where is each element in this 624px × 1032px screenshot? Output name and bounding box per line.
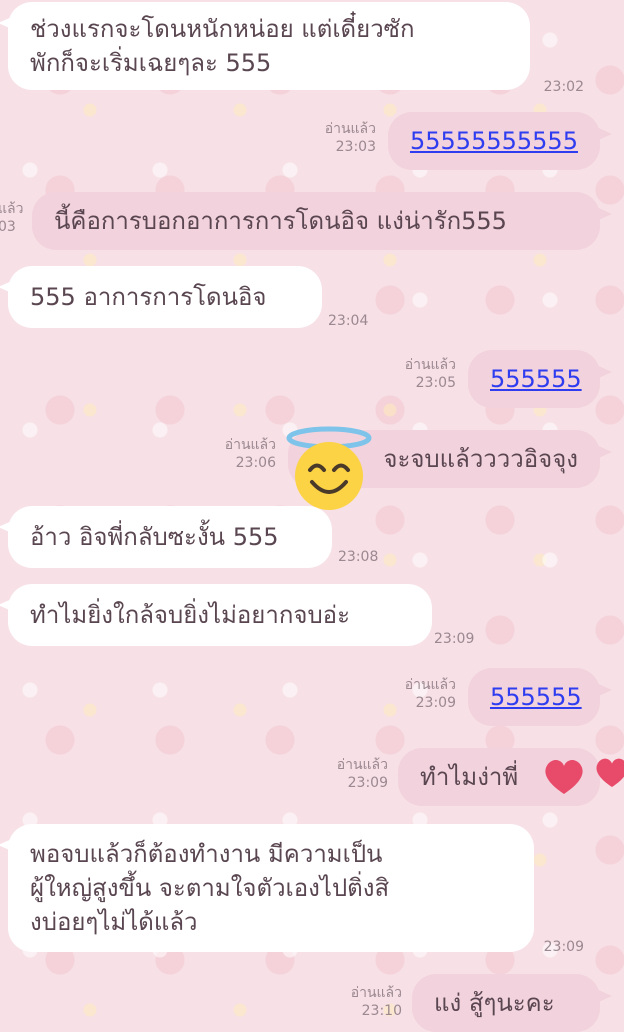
message-bubble-m12[interactable]: แง่ สู้ๆนะคะ xyxy=(412,974,612,1032)
message-bubble-m2[interactable]: 55555555555 xyxy=(388,112,612,170)
message-text: จะจบแล้ววววอิจจุง xyxy=(383,445,578,473)
message-text: อ้าว อิจพี่กลับซะงั้น 555 xyxy=(30,523,279,551)
message-bubble-m3[interactable]: นี้คือการบอกอาการการโดนอิจ แง่น่ารัก555 xyxy=(32,192,612,250)
read-receipt: อ่านแล้ว 23:06 xyxy=(224,437,276,471)
message-bubble-m9[interactable]: 555555 xyxy=(468,668,612,726)
message-bubble-m8[interactable]: ทำไมยิ่งใกล้จบยิ่งไม่อยากจบอ่ะ xyxy=(0,584,432,646)
message-text: 555 อาการการโดนอิจ xyxy=(30,283,267,311)
message-text: นี้คือการบอกอาการการโดนอิจ แง่น่ารัก555 xyxy=(54,207,507,235)
read-receipt-clipped: แล้ว 03 xyxy=(0,201,24,235)
message-bubble-m5[interactable]: 555555 xyxy=(468,350,612,408)
timestamp: 23:09 xyxy=(543,939,584,955)
message-text: ทำไมง่าพี่ xyxy=(420,763,519,791)
read-receipt: อ่านแล้ว 23:09 xyxy=(404,677,456,711)
read-receipt: อ่านแล้ว 23:03 xyxy=(324,121,376,155)
timestamp: 23:02 xyxy=(543,79,584,95)
message-link[interactable]: 55555555555 xyxy=(410,124,578,158)
message-bubble-m4[interactable]: 555 อาการการโดนอิจ xyxy=(0,266,322,328)
smiling-face-with-halo-icon xyxy=(284,424,374,512)
message-text: แง่ สู้ๆนะคะ xyxy=(434,989,555,1017)
read-receipt: อ่านแล้ว 23:09 xyxy=(336,757,388,791)
message-text: พอจบแล้วก็ต้องทำงาน มีความเป็น ผู้ใหญ่สู… xyxy=(30,840,390,936)
read-receipt: อ่านแล้ว 23:05 xyxy=(404,357,456,391)
message-text: ทำไมยิ่งใกล้จบยิ่งไม่อยากจบอ่ะ xyxy=(30,601,350,629)
timestamp: 23:04 xyxy=(328,313,369,329)
message-link[interactable]: 555555 xyxy=(490,362,582,396)
timestamp: 23:08 xyxy=(338,549,379,565)
message-bubble-m1[interactable]: ช่วงแรกจะโดนหนักหน่อย แต่เดี๋ยวซัก พักก็… xyxy=(0,2,530,90)
message-bubble-m7[interactable]: อ้าว อิจพี่กลับซะงั้น 555 xyxy=(0,506,332,568)
message-link[interactable]: 555555 xyxy=(490,680,582,714)
heart-icon xyxy=(540,752,588,800)
message-bubble-m11[interactable]: พอจบแล้วก็ต้องทำงาน มีความเป็น ผู้ใหญ่สู… xyxy=(0,824,534,952)
timestamp: 23:09 xyxy=(434,631,475,647)
read-receipt: อ่านแล้ว 23:10 xyxy=(350,985,402,1019)
heart-icon xyxy=(592,750,624,794)
message-text: ช่วงแรกจะโดนหนักหน่อย แต่เดี๋ยวซัก พักก็… xyxy=(30,15,415,77)
